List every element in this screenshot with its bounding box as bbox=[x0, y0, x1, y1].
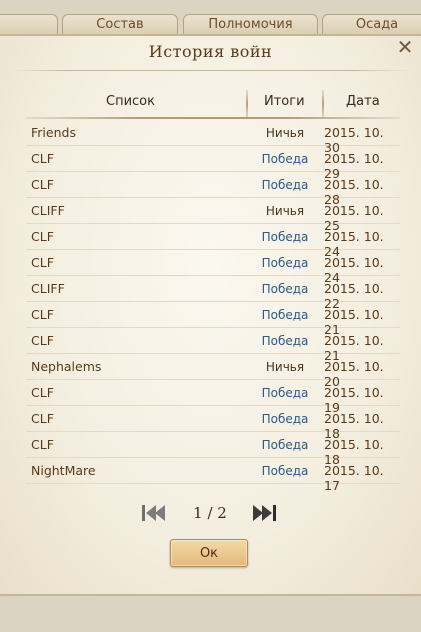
table-row[interactable]: CLF Победа 2015. 10. 28 bbox=[26, 172, 400, 207]
war-result: Победа bbox=[261, 386, 309, 400]
table-row[interactable]: CLF Победа 2015. 10. 24 bbox=[26, 250, 400, 285]
table-header: Список Итоги Дата bbox=[26, 88, 400, 118]
header-date: Дата bbox=[346, 94, 380, 109]
table-row[interactable]: CLIFF Победа 2015. 10. 22 bbox=[26, 276, 400, 311]
war-result: Победа bbox=[261, 308, 309, 322]
first-page-icon[interactable] bbox=[138, 500, 168, 526]
guild-name: Friends bbox=[31, 125, 76, 140]
guild-name: CLF bbox=[31, 255, 54, 270]
war-result: Победа bbox=[261, 334, 309, 348]
guild-name: NightMare bbox=[31, 463, 96, 478]
guild-name: CLF bbox=[31, 151, 54, 166]
guild-name: CLF bbox=[31, 437, 54, 452]
header-separator bbox=[246, 90, 248, 118]
table-row[interactable]: Nephalems Ничья 2015. 10. 20 bbox=[26, 354, 400, 389]
last-page-icon[interactable] bbox=[250, 500, 280, 526]
table-row[interactable]: CLF Победа 2015. 10. 18 bbox=[26, 432, 400, 467]
war-result: Ничья bbox=[265, 204, 305, 218]
guild-name: CLF bbox=[31, 333, 54, 348]
table-row[interactable]: Friends Ничья 2015. 10. 30 bbox=[26, 120, 400, 155]
guild-name: CLIFF bbox=[31, 203, 65, 218]
header-divider bbox=[26, 117, 400, 119]
ok-button[interactable]: Ок bbox=[170, 539, 248, 567]
header-list: Список bbox=[106, 94, 155, 109]
guild-name: CLF bbox=[31, 307, 54, 322]
table-row[interactable]: NightMare Победа 2015. 10. 17 bbox=[26, 458, 400, 493]
tab-permissions[interactable]: Полномочия bbox=[183, 14, 318, 36]
background-tab-bar: Состав Полномочия Осада bbox=[0, 0, 421, 36]
war-result: Победа bbox=[261, 282, 309, 296]
table-row[interactable]: CLF Победа 2015. 10. 29 bbox=[26, 146, 400, 181]
guild-name: CLIFF bbox=[31, 281, 65, 296]
war-date: 2015. 10. 17 bbox=[324, 463, 384, 493]
tab-siege[interactable]: Осада bbox=[322, 14, 421, 36]
table-row[interactable]: CLF Победа 2015. 10. 18 bbox=[26, 406, 400, 441]
war-result: Победа bbox=[261, 438, 309, 452]
tab-first[interactable] bbox=[0, 14, 58, 36]
table-row[interactable]: CLIFF Ничья 2015. 10. 25 bbox=[26, 198, 400, 233]
table-row[interactable]: CLF Победа 2015. 10. 21 bbox=[26, 328, 400, 363]
war-result: Ничья bbox=[265, 360, 305, 374]
war-result: Победа bbox=[261, 178, 309, 192]
war-result: Победа bbox=[261, 464, 309, 478]
war-result: Победа bbox=[261, 152, 309, 166]
guild-name: CLF bbox=[31, 385, 54, 400]
table-row[interactable]: CLF Победа 2015. 10. 19 bbox=[26, 380, 400, 415]
pagination: 1 / 2 bbox=[0, 500, 421, 528]
guild-name: CLF bbox=[31, 177, 54, 192]
close-icon[interactable]: ✕ bbox=[395, 36, 415, 58]
guild-name: CLF bbox=[31, 229, 54, 244]
tab-roster[interactable]: Состав bbox=[62, 14, 178, 36]
header-separator bbox=[322, 90, 324, 118]
war-history-dialog: История войн ✕ Список Итоги Дата Friends… bbox=[0, 34, 421, 596]
war-result: Ничья bbox=[265, 126, 305, 140]
table-row[interactable]: CLF Победа 2015. 10. 21 bbox=[26, 302, 400, 337]
page-indicator: 1 / 2 bbox=[193, 504, 227, 522]
war-result: Победа bbox=[261, 256, 309, 270]
table-row[interactable]: CLF Победа 2015. 10. 24 bbox=[26, 224, 400, 259]
dialog-title: История войн bbox=[148, 42, 273, 61]
guild-name: CLF bbox=[31, 411, 54, 426]
divider bbox=[10, 70, 411, 71]
war-result: Победа bbox=[261, 230, 309, 244]
guild-name: Nephalems bbox=[31, 359, 102, 374]
header-result: Итоги bbox=[264, 94, 305, 109]
war-list: Friends Ничья 2015. 10. 30 CLF Победа 2015. 1… bbox=[26, 120, 400, 493]
war-result: Победа bbox=[261, 412, 309, 426]
